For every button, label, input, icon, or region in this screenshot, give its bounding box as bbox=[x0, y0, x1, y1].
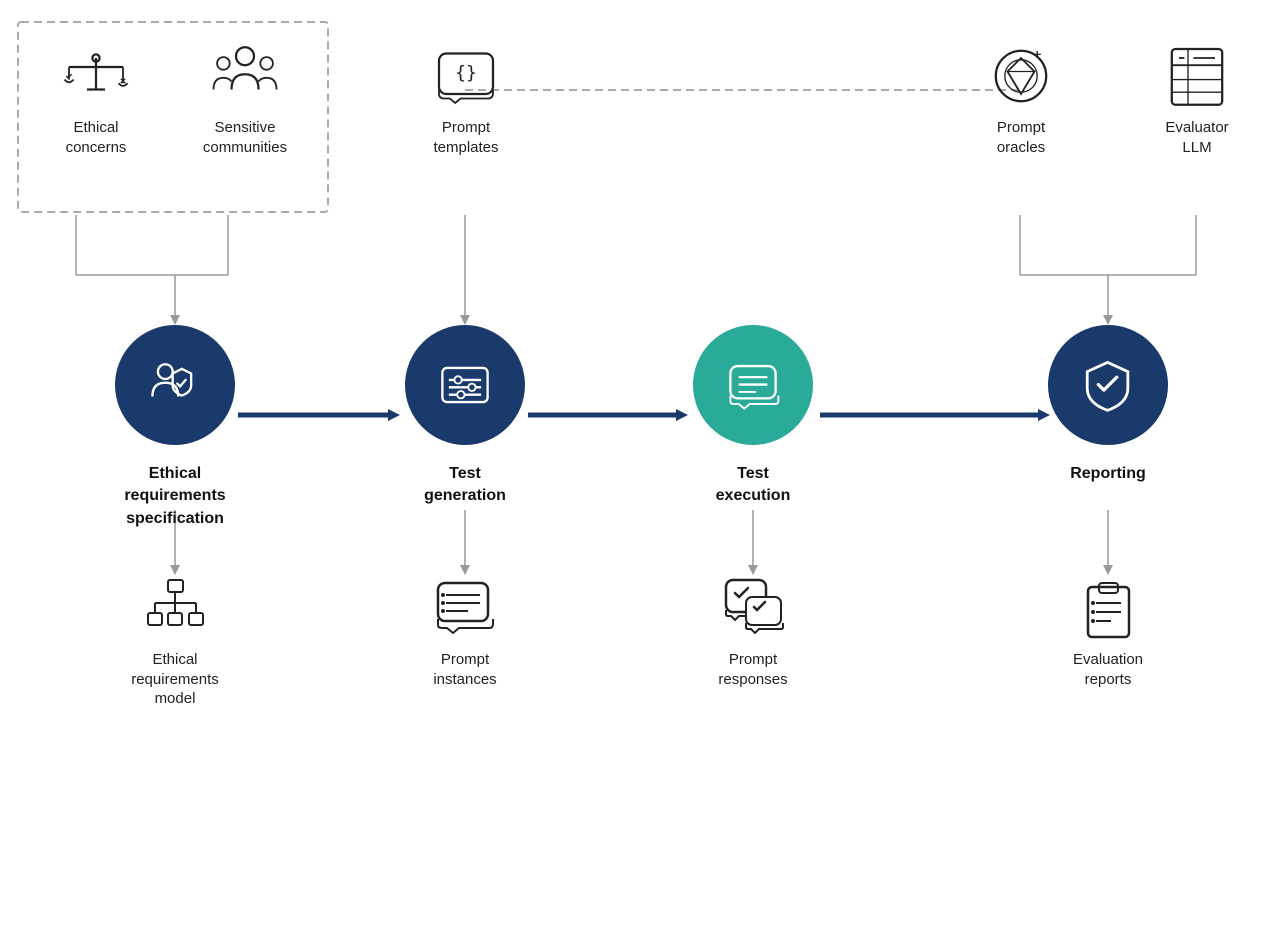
output-prompt-instances: Promptinstances bbox=[405, 575, 525, 689]
output2-label: Promptinstances bbox=[433, 650, 496, 689]
clipboard-list-icon bbox=[1076, 575, 1141, 640]
step2-label: Testgeneration bbox=[424, 463, 506, 508]
step-ethical-requirements: Ethicalrequirementsspecification bbox=[115, 325, 235, 530]
people-shield-icon bbox=[145, 355, 205, 415]
step2-circle bbox=[405, 325, 525, 445]
sliders-icon bbox=[435, 355, 495, 415]
output4-label: Evaluationreports bbox=[1073, 650, 1143, 689]
output-prompt-responses: Promptresponses bbox=[693, 575, 813, 689]
output3-label: Promptresponses bbox=[718, 650, 787, 689]
step4-label: Reporting bbox=[1070, 463, 1146, 485]
svg-text:{}: {} bbox=[455, 63, 477, 84]
chat-list-icon bbox=[433, 575, 498, 640]
step3-label: Testexecution bbox=[716, 463, 791, 508]
chat-check-icon bbox=[721, 575, 786, 640]
step-test-generation: Testgeneration bbox=[405, 325, 525, 508]
input-evaluator-llm: EvaluatorLLM bbox=[1137, 40, 1257, 157]
prompt-oracles-label: Promptoracles bbox=[997, 118, 1045, 157]
evaluator-table-icon bbox=[1161, 40, 1233, 112]
chat-lines-icon bbox=[723, 355, 783, 415]
input-ethical-concerns: Ethicalconcerns bbox=[36, 40, 156, 157]
output-evaluation-reports: Evaluationreports bbox=[1048, 575, 1168, 689]
input-sensitive-communities: Sensitivecommunities bbox=[185, 40, 305, 157]
oracle-gem-icon bbox=[985, 40, 1057, 112]
evaluator-llm-label: EvaluatorLLM bbox=[1165, 118, 1228, 157]
balance-scale-icon bbox=[60, 40, 132, 112]
step4-circle bbox=[1048, 325, 1168, 445]
input-prompt-templates: {} Prompttemplates bbox=[406, 40, 526, 157]
step-test-execution: Testexecution bbox=[693, 325, 813, 508]
message-code-icon: {} bbox=[430, 40, 502, 112]
ethical-concerns-label: Ethicalconcerns bbox=[66, 118, 127, 157]
hierarchy-icon bbox=[143, 575, 208, 640]
output-ethical-requirements-model: Ethicalrequirementsmodel bbox=[115, 575, 235, 709]
shield-check-icon bbox=[1078, 355, 1138, 415]
prompt-templates-label: Prompttemplates bbox=[433, 118, 498, 157]
output1-label: Ethicalrequirementsmodel bbox=[131, 650, 219, 709]
sensitive-communities-label: Sensitivecommunities bbox=[203, 118, 287, 157]
diagram-container: Ethicalconcerns Sensitivecommunities {} bbox=[0, 0, 1280, 929]
input-prompt-oracles: Promptoracles bbox=[961, 40, 1081, 157]
step-reporting: Reporting bbox=[1048, 325, 1168, 485]
step3-circle bbox=[693, 325, 813, 445]
people-group-icon bbox=[209, 40, 281, 112]
step1-circle bbox=[115, 325, 235, 445]
step1-label: Ethicalrequirementsspecification bbox=[124, 463, 225, 530]
